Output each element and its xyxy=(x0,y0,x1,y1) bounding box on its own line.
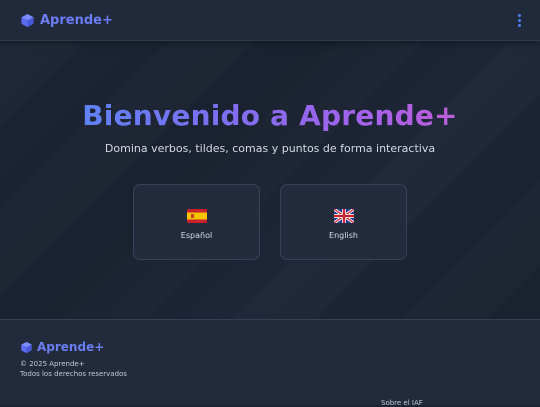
spain-flag-icon xyxy=(186,208,207,223)
about-link[interactable]: Sobre el IAF xyxy=(381,399,423,407)
footer-brand-name: Aprende+ xyxy=(37,340,105,354)
language-card-english[interactable]: English xyxy=(280,184,407,260)
uk-flag-icon xyxy=(333,208,354,223)
copyright-text: © 2025 Aprende+ xyxy=(20,360,85,368)
footer-brand[interactable]: Aprende+ xyxy=(20,340,104,354)
footer: Aprende+ © 2025 Aprende+ Todos los derec… xyxy=(0,319,540,407)
rights-text: Todos los derechos reservados xyxy=(20,370,127,378)
header-brand[interactable]: Aprende+ xyxy=(20,13,113,28)
brand-name: Aprende+ xyxy=(40,12,113,28)
vertical-dots-icon xyxy=(517,13,521,17)
hero-section: Bienvenido a Aprende+ Domina verbos, til… xyxy=(0,41,540,319)
cube-icon xyxy=(21,13,34,27)
cube-icon xyxy=(21,341,32,353)
menu-button[interactable] xyxy=(512,10,526,30)
top-header: Aprende+ xyxy=(0,0,540,41)
language-label: English xyxy=(329,230,358,240)
language-card-spanish[interactable]: Español xyxy=(133,184,260,260)
hero-subtitle: Domina verbos, tildes, comas y puntos de… xyxy=(104,142,436,155)
hero-title: Bienvenido a Aprende+ xyxy=(0,99,540,132)
language-label: Español xyxy=(180,230,213,240)
